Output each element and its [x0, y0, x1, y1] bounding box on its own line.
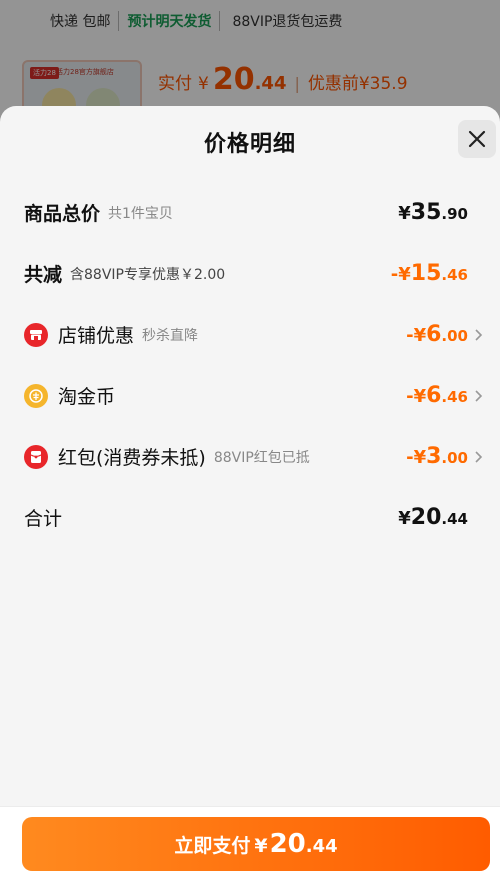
- row-goods-total: 商品总价 共1件宝贝 ¥ 35 .90: [0, 182, 500, 243]
- row-amount: ¥ 35 .90: [398, 200, 484, 225]
- amount-currency: ¥: [398, 508, 411, 529]
- coin-icon: [24, 383, 48, 408]
- shop-icon: [24, 322, 48, 347]
- amount-currency: ¥: [398, 203, 411, 224]
- row-label: 合计: [24, 508, 63, 530]
- amount-dec: .46: [441, 266, 468, 284]
- row-label: 商品总价: [24, 203, 101, 225]
- amount-dec: .90: [441, 205, 468, 223]
- amount-dec: .00: [441, 449, 468, 467]
- modal-overlay[interactable]: [0, 0, 500, 120]
- row-amount: ¥ 20 .44: [398, 505, 484, 530]
- row-shop-discount[interactable]: 店铺优惠 秒杀直降 -¥ 6 .00: [0, 304, 500, 365]
- amount-main: 6: [426, 322, 442, 347]
- row-grand-total: 合计 ¥ 20 .44: [0, 487, 500, 548]
- amount-main: 15: [410, 261, 442, 286]
- amount-currency: -¥: [406, 447, 427, 468]
- pay-main: 20: [269, 829, 306, 859]
- row-sub: 88VIP红包已抵: [213, 449, 310, 466]
- price-rows: 商品总价 共1件宝贝 ¥ 35 .90 共减 含88VIP专享优惠￥2.00 -…: [0, 182, 500, 548]
- amount-dec: .00: [441, 327, 468, 345]
- row-amount: -¥ 6 .46: [406, 383, 484, 408]
- pay-label: 立即支付: [174, 835, 251, 857]
- row-red-packet[interactable]: 红包(消费券未抵) 88VIP红包已抵 -¥ 3 .00: [0, 426, 500, 487]
- amount-currency: -¥: [406, 386, 427, 407]
- price-detail-sheet: 价格明细 商品总价 共1件宝贝 ¥ 35 .90 共减 含88VIP专享优惠￥2…: [0, 106, 500, 872]
- amount-main: 20: [410, 505, 442, 530]
- amount-main: 6: [426, 383, 442, 408]
- amount-dec: .46: [441, 388, 468, 406]
- amount-dec: .44: [441, 510, 468, 528]
- amount-currency: -¥: [406, 325, 427, 346]
- row-label: 红包(消费券未抵): [58, 447, 206, 469]
- bottom-bar: 立即支付 ¥ 20 .44: [0, 806, 500, 872]
- row-sub: 含88VIP专享优惠￥2.00: [70, 266, 226, 283]
- row-sub: 秒杀直降: [142, 327, 199, 344]
- amount-main: 35: [410, 200, 442, 225]
- amount-main: 3: [426, 444, 442, 469]
- sheet-title: 价格明细: [203, 132, 296, 157]
- red-packet-icon: [24, 444, 48, 469]
- row-label: 店铺优惠: [58, 325, 135, 347]
- close-icon: [468, 130, 486, 148]
- row-amount: -¥ 6 .00: [406, 322, 484, 347]
- row-total-discount: 共减 含88VIP专享优惠￥2.00 -¥ 15 .46: [0, 243, 500, 304]
- chevron-right-icon: [475, 450, 483, 463]
- chevron-right-icon: [475, 389, 483, 402]
- pay-dec: .44: [305, 836, 338, 857]
- pay-now-button[interactable]: 立即支付 ¥ 20 .44: [22, 817, 490, 871]
- row-amount: -¥ 3 .00: [406, 444, 484, 469]
- close-button[interactable]: [458, 120, 496, 158]
- row-label: 共减: [24, 264, 63, 286]
- row-taojinbi[interactable]: 淘金币 -¥ 6 .46: [0, 365, 500, 426]
- row-amount: -¥ 15 .46: [391, 261, 484, 286]
- chevron-right-icon: [475, 328, 483, 341]
- row-label: 淘金币: [58, 386, 116, 408]
- pay-currency: ¥: [254, 835, 268, 857]
- row-sub: 共1件宝贝: [108, 205, 173, 222]
- amount-currency: -¥: [390, 264, 411, 285]
